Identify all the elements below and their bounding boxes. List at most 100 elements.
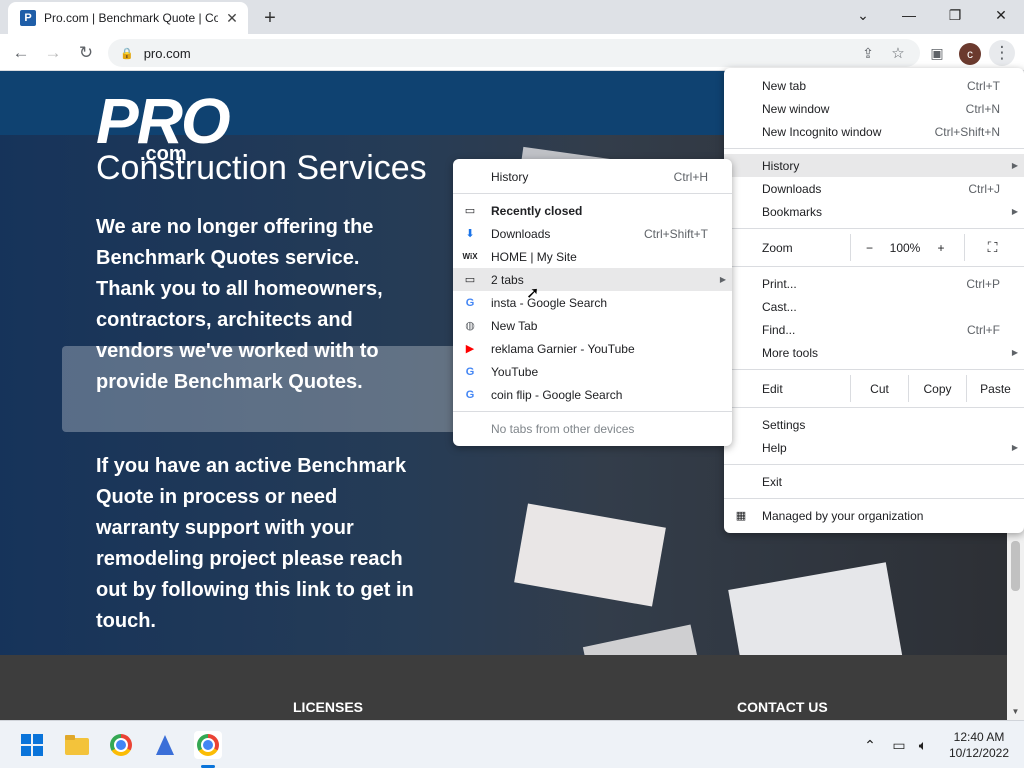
forward-arrow-icon[interactable]: → <box>40 40 66 66</box>
menu-managed[interactable]: ▦ Managed by your organization <box>724 504 1024 527</box>
menu-new-tab[interactable]: New tab Ctrl+T <box>724 74 1024 97</box>
history-list-item[interactable]: ▭ 2 tabs ▶ <box>453 268 732 291</box>
history-list-item[interactable]: ◍ New Tab <box>453 314 732 337</box>
history-list-item[interactable]: G insta - Google Search <box>453 291 732 314</box>
title-bar: P Pro.com | Benchmark Quote | Co ✕ + ⌄ —… <box>0 0 1024 34</box>
menu-shortcut: Ctrl+J <box>968 181 1000 196</box>
menu-new-incognito[interactable]: New Incognito window Ctrl+Shift+N <box>724 120 1024 143</box>
restore-button[interactable]: ❐ <box>932 4 978 26</box>
menu-exit[interactable]: Exit <box>724 470 1024 493</box>
menu-item-label: New window <box>762 101 830 116</box>
menu-item-label: More tools <box>762 345 819 360</box>
submenu-arrow-icon: ▶ <box>1011 161 1018 170</box>
menu-cast[interactable]: Cast... <box>724 295 1024 318</box>
menu-settings[interactable]: Settings <box>724 413 1024 436</box>
download-icon: ⬇ <box>465 228 475 240</box>
tagline: Construction Services <box>96 149 427 187</box>
fullscreen-icon[interactable]: ⛶ <box>964 234 1020 261</box>
google-icon: G <box>465 365 475 378</box>
side-panel-icon[interactable]: ▣ <box>924 40 950 66</box>
zoom-level: 100% <box>889 240 921 255</box>
back-arrow-icon[interactable]: ← <box>8 40 34 66</box>
youtube-icon: ▶ <box>465 343 475 355</box>
menu-item-label: HOME | My Site <box>491 249 577 264</box>
bookmark-star-icon[interactable]: ☆ <box>885 40 911 66</box>
zoom-label: Zoom <box>762 240 793 255</box>
menu-item-label: Managed by your organization <box>762 508 924 523</box>
menu-item-label: Bookmarks <box>762 204 823 219</box>
minimize-button[interactable]: — <box>886 4 932 26</box>
chrome-menu-kebab-icon[interactable]: ⋮ <box>989 40 1015 66</box>
browser-tab[interactable]: P Pro.com | Benchmark Quote | Co ✕ <box>8 2 248 34</box>
zoom-in-button[interactable]: + <box>922 234 960 261</box>
menu-item-label: Print... <box>762 276 797 291</box>
scrollbar-thumb[interactable] <box>1011 541 1020 591</box>
menu-divider <box>724 148 1024 149</box>
menu-zoom-row: Zoom − 100% + ⛶ <box>724 234 1024 261</box>
footer-contact-heading: CONTACT US <box>737 699 828 715</box>
cut-button[interactable]: Cut <box>850 375 908 402</box>
history-list-item[interactable]: G YouTube <box>453 360 732 383</box>
close-window-button[interactable]: ✕ <box>978 4 1024 26</box>
chrome-active-taskbar-icon[interactable] <box>194 731 222 759</box>
address-bar[interactable]: 🔒 pro.com <box>108 39 920 67</box>
recently-closed-item[interactable]: ▭ Recently closed <box>453 199 732 222</box>
close-tab-icon[interactable]: ✕ <box>224 10 240 26</box>
mouse-cursor-icon: ➚ <box>526 285 540 302</box>
menu-shortcut: Ctrl+T <box>967 78 1000 93</box>
chevron-up-icon[interactable]: ⌃ <box>860 721 880 768</box>
menu-help[interactable]: Help ▶ <box>724 436 1024 459</box>
system-clock[interactable]: 12:40 AM 10/12/2022 <box>944 729 1014 761</box>
menu-divider <box>724 498 1024 499</box>
history-list-item[interactable]: G coin flip - Google Search <box>453 383 732 406</box>
menu-find[interactable]: Find... Ctrl+F <box>724 318 1024 341</box>
history-item[interactable]: History Ctrl+H <box>453 165 732 188</box>
menu-item-label: No tabs from other devices <box>491 421 635 436</box>
window-icon: ▭ <box>464 274 476 286</box>
file-explorer-icon[interactable] <box>63 731 91 759</box>
volume-icon[interactable]: 🔈︎ <box>912 721 934 768</box>
history-list-item[interactable]: ⬇ Downloads Ctrl+Shift+T <box>453 222 732 245</box>
menu-shortcut: Ctrl+Shift+N <box>934 124 1000 139</box>
network-icon[interactable]: ▭ <box>888 721 910 768</box>
paste-button[interactable]: Paste <box>966 375 1024 402</box>
menu-more-tools[interactable]: More tools ▶ <box>724 341 1024 364</box>
profile-avatar[interactable]: c <box>959 43 981 65</box>
menu-item-label: New Tab <box>491 318 538 333</box>
menu-item-label: Recently closed <box>491 203 583 218</box>
url-text: pro.com <box>143 45 191 61</box>
zoom-out-button[interactable]: − <box>850 234 888 261</box>
history-list-item[interactable]: WiX HOME | My Site <box>453 245 732 268</box>
lock-icon[interactable]: 🔒 <box>120 47 134 60</box>
app-taskbar-icon[interactable] <box>151 731 179 759</box>
chrome-main-menu: New tab Ctrl+T New window Ctrl+N New Incog… <box>724 68 1024 533</box>
menu-bookmarks[interactable]: Bookmarks ▶ <box>724 200 1024 223</box>
clock-date: 10/12/2022 <box>948 746 1010 760</box>
chrome-taskbar-icon[interactable] <box>107 731 135 759</box>
share-icon[interactable]: ⇪ <box>855 40 881 66</box>
history-list-item[interactable]: ▶ reklama Garnier - YouTube <box>453 337 732 360</box>
scroll-down-arrow-icon[interactable]: ▼ <box>1007 703 1024 720</box>
page-footer: LICENSES CONTACT US <box>0 655 1007 720</box>
menu-item-label: Cast... <box>762 299 797 314</box>
tab-search-button[interactable]: ⌄ <box>840 4 886 26</box>
submenu-arrow-icon: ▶ <box>1011 207 1018 216</box>
menu-item-label: Downloads <box>762 181 822 196</box>
copy-button[interactable]: Copy <box>908 375 966 402</box>
submenu-arrow-icon: ▶ <box>719 275 726 284</box>
new-tab-button[interactable]: + <box>258 6 282 30</box>
menu-shortcut: Ctrl+H <box>673 169 708 184</box>
menu-print[interactable]: Print... Ctrl+P <box>724 272 1024 295</box>
tab-title: Pro.com | Benchmark Quote | Co <box>44 11 218 25</box>
reload-icon[interactable]: ↻ <box>73 40 99 66</box>
edit-label: Edit <box>762 381 783 396</box>
menu-downloads[interactable]: Downloads Ctrl+J <box>724 177 1024 200</box>
windows-start-icon[interactable] <box>18 731 46 759</box>
menu-history[interactable]: History ▶ <box>724 154 1024 177</box>
menu-new-window[interactable]: New window Ctrl+N <box>724 97 1024 120</box>
menu-divider <box>724 228 1024 229</box>
menu-item-label: New Incognito window <box>762 124 882 139</box>
menu-shortcut: Ctrl+F <box>967 322 1000 337</box>
pro-logo[interactable]: PRO <box>96 89 231 153</box>
window-icon: ▭ <box>464 205 476 217</box>
